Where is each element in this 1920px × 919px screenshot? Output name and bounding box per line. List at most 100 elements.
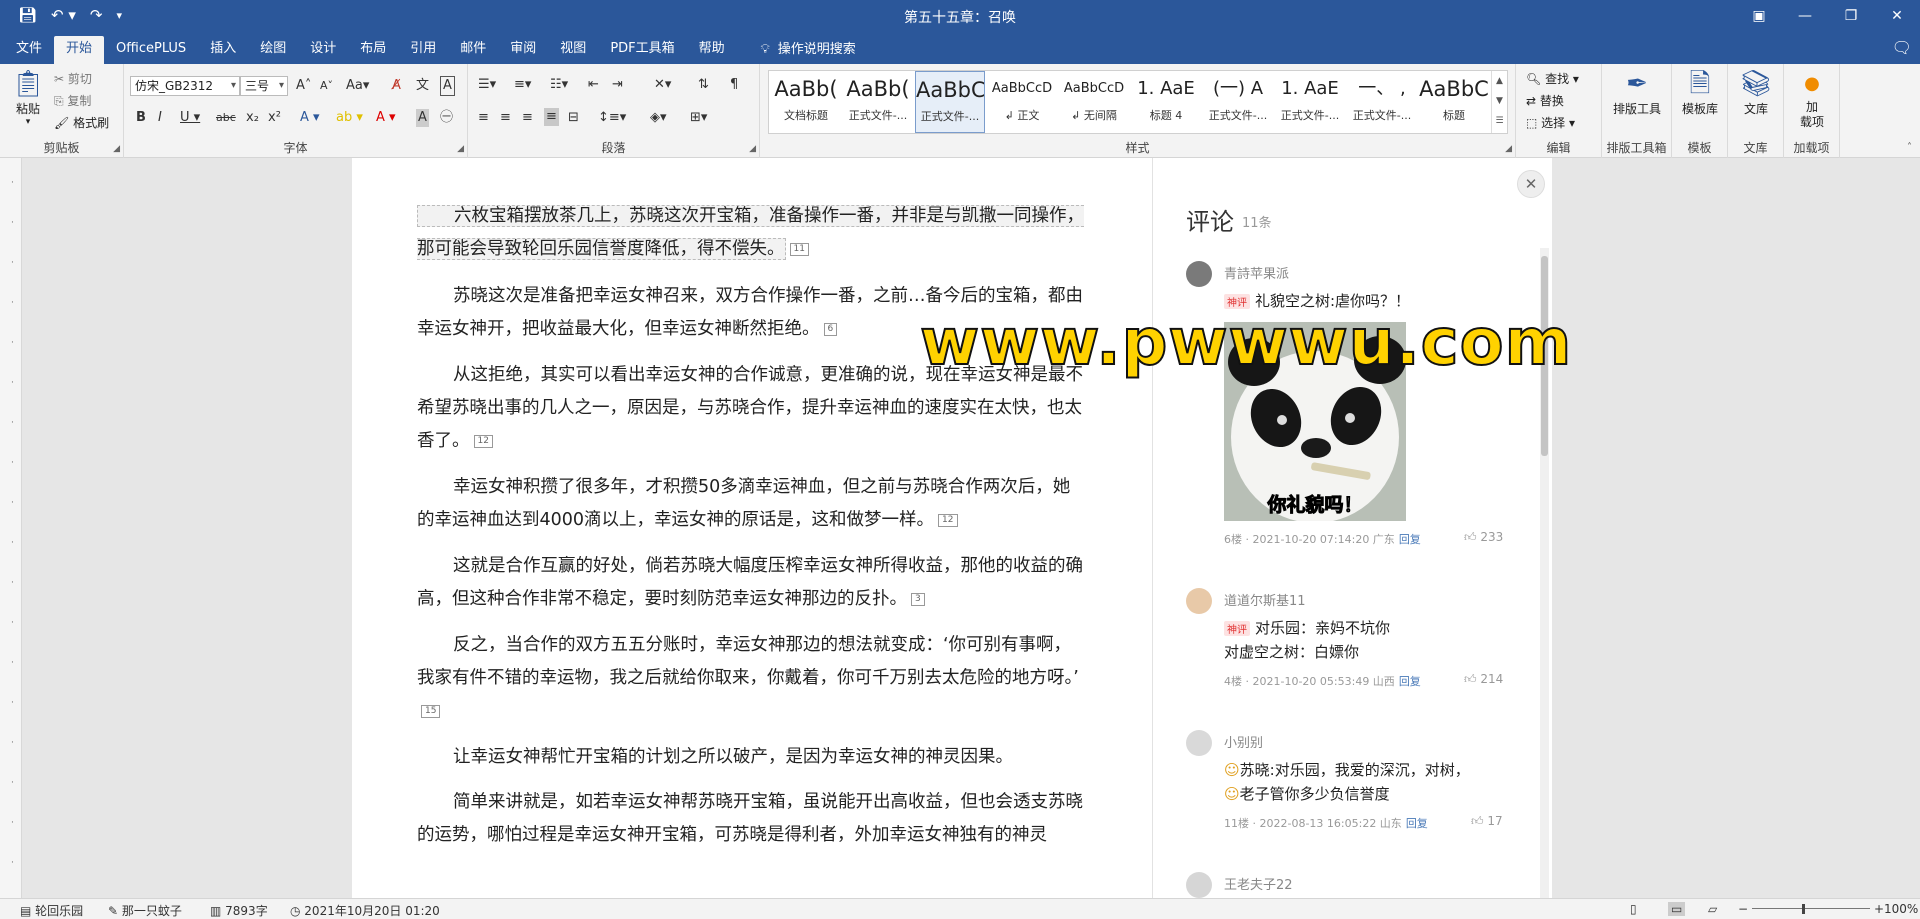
addins-button[interactable]: ● 加 载项 (1786, 68, 1838, 130)
comment-count-marker[interactable]: 6 (823, 322, 838, 336)
comment-user[interactable]: 青詩苹果派 (1224, 263, 1289, 282)
shrink-font-icon[interactable]: A˅ (320, 77, 333, 95)
style-item[interactable]: (一) A 正式文件-... (1203, 71, 1273, 133)
cut-button[interactable]: ✂ 剪切 (54, 70, 92, 87)
reply-link[interactable]: 回复 (1399, 533, 1421, 546)
tab-view[interactable]: 视图 (548, 36, 598, 64)
style-item-selected[interactable]: AaBbC 正式文件-... (915, 71, 985, 133)
character-border-icon[interactable]: A (440, 76, 455, 96)
highlight-icon[interactable]: ab ▾ (336, 109, 363, 127)
comment-count-marker[interactable]: 12 (938, 513, 958, 527)
text-effects-icon[interactable]: A ▾ (300, 109, 320, 127)
find-button[interactable]: 🔍︎ 查找 ▾ (1526, 70, 1579, 87)
distributed-icon[interactable]: ⊟ (568, 109, 579, 127)
strikethrough-icon[interactable]: abc (216, 109, 236, 127)
read-mode-icon[interactable]: ▯ (1630, 902, 1637, 916)
tab-mailings[interactable]: 邮件 (448, 36, 498, 64)
paragraph[interactable]: 苏晓这次是准备把幸运女神召来，双方合作操作一番，之前…备今后的宝箱，都由幸运女神… (417, 280, 1087, 346)
reply-link[interactable]: 回复 (1406, 817, 1428, 830)
bold-icon[interactable]: B (136, 109, 146, 127)
comment-count-marker[interactable]: 15 (421, 704, 441, 718)
tab-pdf-toolbox[interactable]: PDF工具箱 (598, 36, 686, 64)
avatar[interactable] (1186, 730, 1212, 756)
comment-user[interactable]: 王老夫子22 (1224, 874, 1293, 893)
comment-scrollbar[interactable] (1540, 248, 1549, 898)
line-spacing-icon[interactable]: ↕≡▾ (598, 109, 626, 127)
tab-design[interactable]: 设计 (298, 36, 348, 64)
clear-format-icon[interactable]: A̸ (392, 77, 401, 95)
dialog-launcher-icon[interactable]: ◢ (113, 144, 120, 154)
tab-references[interactable]: 引用 (398, 36, 448, 64)
avatar[interactable] (1186, 872, 1212, 898)
grow-font-icon[interactable]: A˄ (296, 77, 311, 95)
style-item[interactable]: AaBb(正式文件-... (843, 71, 913, 133)
comment-user[interactable]: 道道尔斯基11 (1224, 590, 1306, 609)
layout-tools-button[interactable]: ✒ 排版工具 (1604, 68, 1670, 117)
tab-layout[interactable]: 布局 (348, 36, 398, 64)
align-left-icon[interactable]: ≡ (478, 109, 489, 127)
italic-icon[interactable]: I (158, 109, 162, 127)
comment-count-marker[interactable]: 11 (789, 242, 809, 256)
paragraph[interactable]: 让幸运女神帮忙开宝箱的计划之所以破产，是因为幸运女神的神灵因果。 (417, 741, 1087, 774)
paragraph[interactable]: 这就是合作互赢的好处，倘若苏晓大幅度压榨幸运女神所得收益，那他的收益的确高，但这… (417, 550, 1087, 616)
template-library-button[interactable]: 🗎︎ 模板库 (1674, 68, 1726, 117)
bullets-icon[interactable]: ☰▾ (478, 76, 496, 94)
dialog-launcher-icon[interactable]: ◢ (1505, 144, 1512, 154)
font-name-select[interactable]: 仿宋_GB2312 (130, 76, 240, 96)
paragraph[interactable]: 幸运女神积攒了很多年，才积攒50多滴幸运神血，但之前与苏晓合作两次后，她的幸运神… (417, 471, 1087, 537)
tell-me-search[interactable]: 💡︎ 操作说明搜索 (749, 36, 868, 64)
paragraph[interactable]: 从这拒绝，其实可以看出幸运女神的合作诚意，更准确的说，现在幸运女神是最不希望苏晓… (417, 359, 1087, 458)
phonetic-guide-icon[interactable]: 文 (416, 77, 429, 95)
style-item[interactable]: AaBbC 标题 (1419, 71, 1489, 133)
borders-icon[interactable]: ⊞▾ (690, 109, 707, 127)
increase-indent-icon[interactable]: ⇥ (612, 76, 623, 94)
close-icon[interactable]: ✕ (1517, 170, 1545, 198)
style-item[interactable]: 1. AaE 标题 4 (1131, 71, 1201, 133)
status-page[interactable]: ▤ 轮回乐园 (20, 902, 83, 919)
superscript-icon[interactable]: x² (268, 109, 281, 127)
status-word-count[interactable]: ▥ 7893字 (210, 902, 268, 919)
dialog-launcher-icon[interactable]: ◢ (457, 144, 464, 154)
print-layout-icon[interactable]: ▭ (1668, 902, 1686, 916)
paragraph[interactable]: 六枚宝箱摆放茶几上，苏晓这次开宝箱，准备操作一番，并非是与凯撒一同操作，那可能会… (417, 200, 1087, 266)
copy-button[interactable]: ⎘ 复制 (54, 92, 91, 109)
character-shading-icon[interactable]: A (416, 109, 429, 127)
like-button[interactable]: 👍︎ 214 (1464, 672, 1503, 687)
style-item[interactable]: AaBb(文档标题 (771, 71, 841, 133)
restore-icon[interactable]: ❐ (1828, 0, 1874, 32)
comment-user[interactable]: 小别别 (1224, 732, 1263, 751)
style-item[interactable]: AaBbCcD ↲ 无间隔 (1059, 71, 1129, 133)
close-icon[interactable]: ✕ (1874, 0, 1920, 32)
minimize-icon[interactable]: — (1782, 0, 1828, 32)
tab-review[interactable]: 审阅 (498, 36, 548, 64)
font-color-icon[interactable]: A ▾ (376, 109, 396, 127)
zoom-out-icon[interactable]: − (1738, 902, 1748, 916)
tab-insert[interactable]: 插入 (198, 36, 248, 64)
paragraph[interactable]: 简单来讲就是，如若幸运女神帮苏晓开宝箱，虽说能开出高收益，但也会透支苏晓的运势，… (417, 786, 1087, 852)
avatar[interactable] (1186, 261, 1212, 287)
avatar[interactable] (1186, 588, 1212, 614)
shading-icon[interactable]: ◈▾ (650, 109, 667, 127)
subscript-icon[interactable]: x₂ (246, 109, 259, 127)
decrease-indent-icon[interactable]: ⇤ (588, 76, 599, 94)
panda-sticker-image[interactable]: 你礼貌吗！ (1224, 322, 1406, 521)
reply-link[interactable]: 回复 (1399, 675, 1421, 688)
like-button[interactable]: 👍︎ 233 (1464, 530, 1503, 545)
zoom-in-icon[interactable]: + (1874, 902, 1884, 916)
justify-icon[interactable]: ≡ (544, 108, 559, 126)
asian-layout-icon[interactable]: ✕▾ (654, 76, 671, 94)
status-author[interactable]: ✎ 那一只蚊子 (108, 902, 182, 919)
web-layout-icon[interactable]: ▱ (1708, 902, 1717, 916)
tab-officeplus[interactable]: OfficePLUS (104, 36, 198, 64)
change-case-icon[interactable]: Aa▾ (346, 77, 369, 95)
format-painter-button[interactable]: 🖌︎ 格式刷 (54, 114, 109, 131)
align-right-icon[interactable]: ≡ (522, 109, 533, 127)
tab-file[interactable]: 文件 (4, 36, 54, 64)
zoom-level[interactable]: 100% (1884, 902, 1918, 916)
tab-draw[interactable]: 绘图 (248, 36, 298, 64)
document-page[interactable]: 六枚宝箱摆放茶几上，苏晓这次开宝箱，准备操作一番，并非是与凯撒一同操作，那可能会… (352, 158, 1152, 898)
dialog-launcher-icon[interactable]: ◢ (749, 144, 756, 154)
align-center-icon[interactable]: ≡ (500, 109, 511, 127)
zoom-slider-thumb[interactable] (1802, 904, 1805, 914)
highlighted-text[interactable]: 六枚宝箱摆放茶几上，苏晓这次开宝箱，准备操作一番，并非是与凯撒一同操作，那可能会… (417, 205, 1084, 260)
